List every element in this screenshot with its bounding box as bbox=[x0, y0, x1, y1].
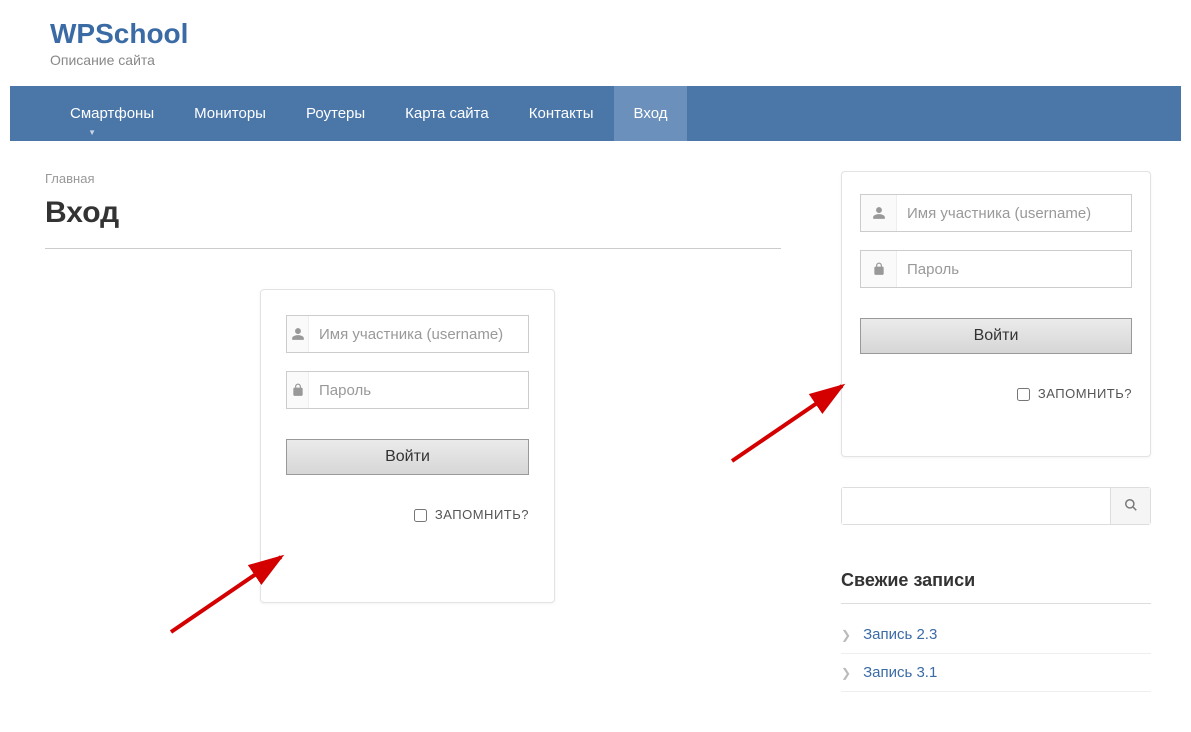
username-field-wrap bbox=[286, 315, 529, 353]
breadcrumb[interactable]: Главная bbox=[45, 171, 781, 186]
post-link[interactable]: Запись 2.3 bbox=[863, 626, 937, 643]
login-button[interactable]: Войти bbox=[286, 439, 529, 475]
sidebar-remember-row: ЗАПОМНИТЬ? bbox=[860, 386, 1132, 401]
main-login-card: Войти ЗАПОМНИТЬ? bbox=[260, 289, 555, 603]
remember-checkbox[interactable] bbox=[414, 509, 427, 522]
site-title[interactable]: WPSchool bbox=[50, 18, 1141, 50]
nav-item-sitemap[interactable]: Карта сайта bbox=[385, 86, 509, 141]
user-icon bbox=[287, 316, 309, 352]
sidebar-username-input[interactable] bbox=[897, 195, 1131, 231]
sidebar-login-button[interactable]: Войти bbox=[860, 318, 1132, 354]
sidebar: Войти ЗАПОМНИТЬ? bbox=[841, 171, 1151, 692]
page-title: Вход bbox=[45, 196, 781, 230]
post-list: ❯ Запись 2.3 ❯ Запись 3.1 bbox=[841, 616, 1151, 692]
search-icon bbox=[1124, 498, 1138, 515]
widget-title: Свежие записи bbox=[841, 570, 1151, 604]
search-widget bbox=[841, 487, 1151, 525]
site-header: WPSchool Описание сайта bbox=[0, 0, 1191, 86]
nav-label: Контакты bbox=[529, 105, 594, 122]
nav-label: Роутеры bbox=[306, 105, 365, 122]
username-input[interactable] bbox=[309, 316, 528, 352]
remember-label: ЗАПОМНИТЬ? bbox=[435, 507, 529, 522]
nav-label: Смартфоны bbox=[70, 105, 154, 122]
user-icon bbox=[861, 195, 897, 231]
lock-icon bbox=[861, 251, 897, 287]
nav-item-monitors[interactable]: Мониторы bbox=[174, 86, 286, 141]
site-tagline: Описание сайта bbox=[50, 52, 1141, 68]
password-field-wrap bbox=[286, 371, 529, 409]
post-link[interactable]: Запись 3.1 bbox=[863, 664, 937, 681]
recent-posts-widget: Свежие записи ❯ Запись 2.3 ❯ Запись 3.1 bbox=[841, 570, 1151, 692]
nav-label: Вход bbox=[634, 105, 668, 122]
sidebar-remember-label: ЗАПОМНИТЬ? bbox=[1038, 386, 1132, 401]
sidebar-password-field-wrap bbox=[860, 250, 1132, 288]
nav-label: Карта сайта bbox=[405, 105, 489, 122]
list-item[interactable]: ❯ Запись 3.1 bbox=[841, 654, 1151, 692]
password-input[interactable] bbox=[309, 372, 528, 408]
sidebar-remember-checkbox[interactable] bbox=[1017, 388, 1030, 401]
nav-item-contacts[interactable]: Контакты bbox=[509, 86, 614, 141]
lock-icon bbox=[287, 372, 309, 408]
nav-item-routers[interactable]: Роутеры bbox=[286, 86, 385, 141]
remember-row: ЗАПОМНИТЬ? bbox=[286, 507, 529, 522]
search-input[interactable] bbox=[842, 488, 1110, 524]
title-divider bbox=[45, 248, 781, 249]
list-item[interactable]: ❯ Запись 2.3 bbox=[841, 616, 1151, 654]
search-button[interactable] bbox=[1110, 488, 1150, 524]
nav-item-login[interactable]: Вход bbox=[614, 86, 688, 141]
sidebar-password-input[interactable] bbox=[897, 251, 1131, 287]
chevron-down-icon: ▼ bbox=[88, 128, 96, 137]
sidebar-login-widget: Войти ЗАПОМНИТЬ? bbox=[841, 171, 1151, 457]
arrow-annotation-icon bbox=[171, 542, 301, 632]
nav-label: Мониторы bbox=[194, 105, 266, 122]
sidebar-username-field-wrap bbox=[860, 194, 1132, 232]
chevron-right-icon: ❯ bbox=[841, 666, 851, 680]
chevron-right-icon: ❯ bbox=[841, 628, 851, 642]
nav-item-smartphones[interactable]: Смартфоны ▼ bbox=[10, 86, 174, 141]
main-nav: Смартфоны ▼ Мониторы Роутеры Карта сайта… bbox=[10, 86, 1181, 141]
